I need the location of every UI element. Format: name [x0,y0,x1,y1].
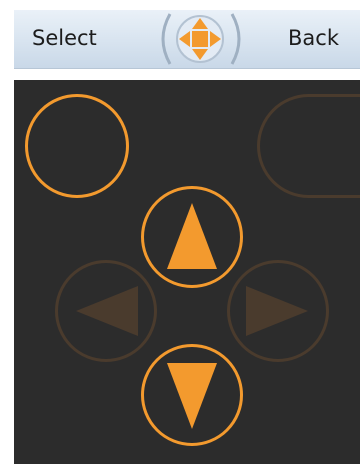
back-softkey[interactable]: Back [288,24,339,52]
up-arrow-icon [167,203,217,269]
bracket-left-icon [161,13,172,65]
bracket-right-icon [230,13,241,65]
right-button[interactable] [227,260,329,362]
left-arrow-icon [76,286,138,336]
softkey-bar: Select Back [14,10,360,69]
down-arrow-icon [167,363,217,429]
down-button[interactable] [141,344,243,446]
up-button[interactable] [141,186,243,288]
left-button[interactable] [55,260,157,362]
top-left-button[interactable] [25,94,129,198]
right-arrow-icon [246,286,308,336]
dpad-arrows-icon [176,15,224,63]
top-right-button[interactable] [257,94,360,198]
select-softkey[interactable]: Select [32,24,97,52]
control-pad [14,80,360,464]
